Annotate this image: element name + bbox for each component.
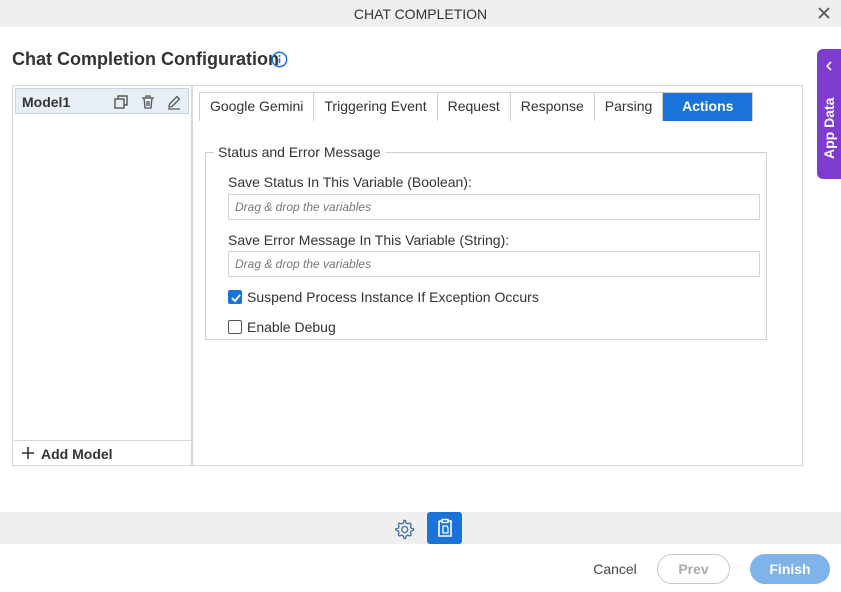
tab-bar: Google Gemini Triggering Event Request R… <box>199 92 754 121</box>
bottom-toolbar <box>0 512 841 544</box>
info-icon[interactable] <box>271 51 288 68</box>
gear-icon[interactable] <box>393 518 415 540</box>
document-icon <box>438 518 452 537</box>
copy-icon[interactable] <box>113 94 129 110</box>
status-error-group: Status and Error Message Save Status In … <box>205 144 767 340</box>
delete-icon[interactable] <box>140 94 156 110</box>
debug-checkbox[interactable] <box>228 320 242 334</box>
tab-actions[interactable]: Actions <box>663 93 753 121</box>
chevron-left-icon <box>825 61 832 71</box>
tab-triggering-event[interactable]: Triggering Event <box>314 93 438 121</box>
app-data-label: App Data <box>821 97 837 159</box>
tab-parsing[interactable]: Parsing <box>594 93 664 121</box>
checkmark-icon <box>231 294 241 303</box>
finish-button[interactable]: Finish <box>750 554 830 584</box>
cancel-button[interactable]: Cancel <box>583 555 647 583</box>
tab-request[interactable]: Request <box>437 93 511 121</box>
model-name: Model1 <box>22 94 71 110</box>
document-button[interactable] <box>427 512 462 544</box>
add-model-button[interactable]: Add Model <box>13 440 191 465</box>
config-panel: Google Gemini Triggering Event Request R… <box>192 85 803 466</box>
tab-response[interactable]: Response <box>510 93 595 121</box>
add-model-label: Add Model <box>41 446 113 462</box>
error-variable-input[interactable] <box>228 251 760 277</box>
debug-label: Enable Debug <box>247 319 336 335</box>
plus-icon <box>22 447 34 459</box>
model-item[interactable]: Model1 <box>15 88 189 114</box>
app-data-tab[interactable]: App Data <box>817 49 841 179</box>
status-error-legend: Status and Error Message <box>218 144 381 160</box>
close-icon[interactable] <box>816 5 832 21</box>
model-list-panel: Model1 Add Model <box>12 85 192 466</box>
window-title: CHAT COMPLETION <box>353 6 488 22</box>
prev-button[interactable]: Prev <box>657 554 730 584</box>
error-variable-label: Save Error Message In This Variable (Str… <box>228 232 510 248</box>
tab-google-gemini[interactable]: Google Gemini <box>200 93 315 121</box>
suspend-label: Suspend Process Instance If Exception Oc… <box>247 289 539 305</box>
status-variable-input[interactable] <box>228 194 760 220</box>
title-bar: CHAT COMPLETION <box>0 0 841 27</box>
suspend-checkbox[interactable] <box>228 290 242 304</box>
status-variable-label: Save Status In This Variable (Boolean): <box>228 174 472 190</box>
edit-icon[interactable] <box>166 94 182 110</box>
page-title: Chat Completion Configuration <box>12 49 279 69</box>
